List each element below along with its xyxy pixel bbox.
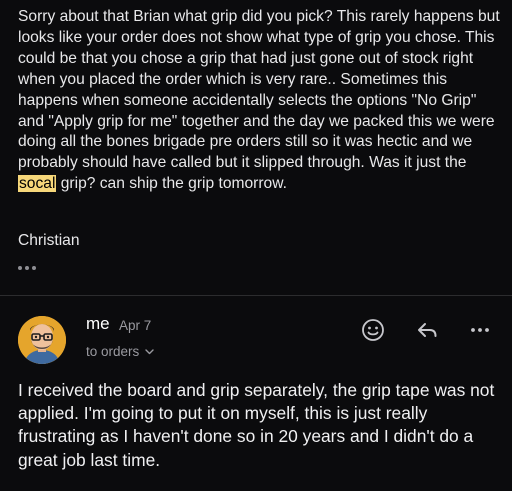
smiley-icon — [362, 319, 384, 341]
emoji-reaction-button[interactable] — [360, 317, 386, 343]
quoted-signature: Christian — [18, 232, 80, 249]
message-divider — [0, 295, 512, 296]
ellipsis-icon — [471, 328, 489, 332]
quoted-message-text: Sorry about that Brian what grip did you… — [18, 7, 500, 195]
recipients-toggle[interactable]: to orders — [86, 344, 154, 359]
sender-name[interactable]: me — [86, 314, 110, 334]
recipients-label: to orders — [86, 344, 140, 359]
avatar-illustration-icon — [18, 316, 66, 364]
more-options-button[interactable] — [467, 317, 493, 343]
chevron-down-icon — [145, 348, 154, 354]
quoted-text-before: Sorry about that Brian what grip did you… — [18, 8, 500, 172]
reply-button[interactable] — [414, 317, 440, 343]
message-date: Apr 7 — [119, 318, 152, 333]
quoted-message: Sorry about that Brian what grip did you… — [18, 7, 500, 195]
avatar[interactable] — [18, 316, 66, 364]
message-body: I received the board and grip separately… — [18, 380, 495, 470]
quoted-text-after: grip? can ship the grip tomorrow. — [56, 175, 287, 193]
search-highlight: socal — [18, 175, 57, 193]
show-quoted-ellipsis-icon[interactable] — [18, 262, 42, 274]
reply-arrow-icon — [418, 323, 437, 337]
